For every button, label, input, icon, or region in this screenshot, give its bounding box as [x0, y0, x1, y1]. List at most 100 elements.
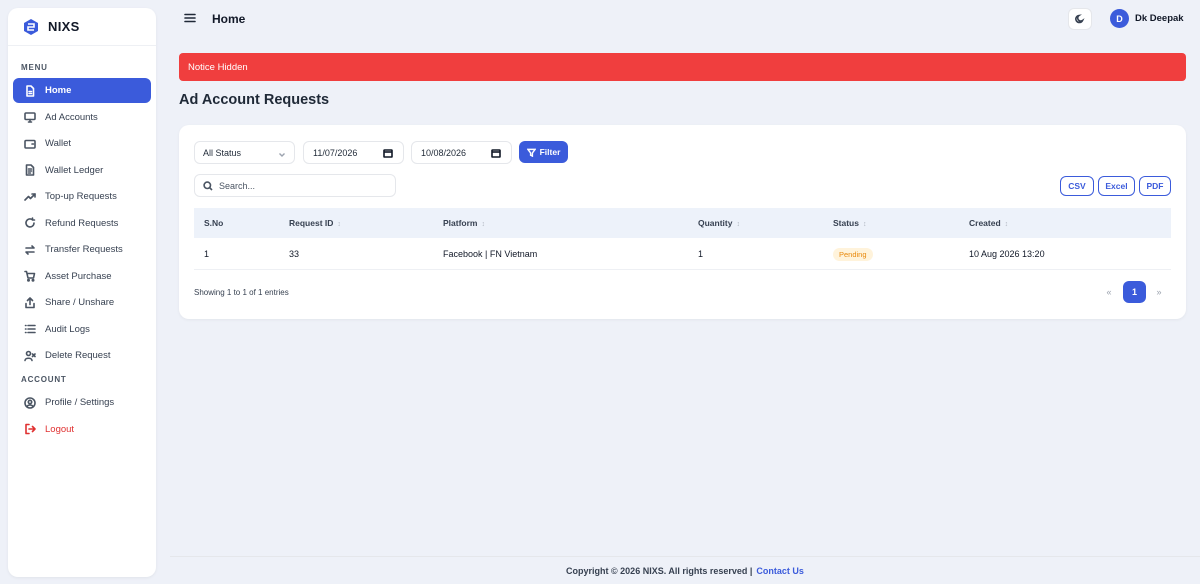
- account-section-label: ACCOUNT: [21, 375, 67, 384]
- theme-toggle-button[interactable]: [1068, 8, 1092, 30]
- sidebar-item-logout[interactable]: Logout: [13, 417, 151, 442]
- cell-status: Pending: [833, 247, 873, 261]
- funnel-icon: [526, 148, 536, 157]
- column-header-sno[interactable]: S.No: [204, 218, 223, 228]
- entries-info: Showing 1 to 1 of 1 entries: [194, 288, 289, 297]
- cell-sno: 1: [204, 248, 210, 259]
- pagination-prev[interactable]: «: [1099, 281, 1119, 303]
- transfer-icon: [24, 244, 36, 256]
- share-icon: [24, 296, 36, 309]
- calendar-icon[interactable]: [383, 148, 393, 158]
- brand-name: NIXS: [48, 19, 80, 34]
- brand[interactable]: NIXS: [8, 8, 156, 46]
- list-icon: [24, 323, 36, 335]
- sidebar-item-label: Wallet Ledger: [45, 164, 104, 176]
- calendar-icon[interactable]: [491, 148, 501, 158]
- to-date-value: 10/08/2026: [421, 147, 467, 158]
- pagination-next[interactable]: »: [1149, 281, 1169, 303]
- table-row: 1 33 Facebook | FN Vietnam 1 Pending 10 …: [194, 238, 1171, 270]
- document-icon: [24, 164, 36, 176]
- footer: Copyright © 2026 NIXS. All rights reserv…: [170, 556, 1200, 584]
- filter-button-label: Filter: [539, 147, 561, 157]
- avatar: D: [1110, 9, 1129, 28]
- sidebar-item-delete-request[interactable]: Delete Request: [13, 343, 151, 368]
- sidebar-item-transfer-requests[interactable]: Transfer Requests: [13, 237, 151, 262]
- sort-icon: ↕: [1004, 221, 1009, 228]
- logout-icon: [24, 423, 36, 435]
- moon-icon: [1075, 14, 1085, 24]
- cell-quantity: 1: [698, 248, 704, 259]
- pdf-button[interactable]: PDF: [1139, 176, 1171, 196]
- sidebar-item-label: Asset Purchase: [45, 270, 112, 282]
- sidebar-item-label: Transfer Requests: [45, 244, 123, 255]
- requests-table: S.No Request ID ↕ Platform ↕ Quantity ↕ Sta…: [194, 208, 1171, 270]
- cell-request-id: 33: [289, 248, 300, 259]
- from-date-input[interactable]: 11/07/2026: [303, 141, 404, 164]
- section-title: Ad Account Requests: [179, 92, 330, 108]
- cell-created: 10 Aug 2026 13:20: [969, 248, 1045, 259]
- sidebar-item-wallet-ledger[interactable]: Wallet Ledger: [13, 158, 151, 183]
- column-header-platform[interactable]: Platform ↕: [443, 218, 485, 228]
- search-input[interactable]: [219, 180, 379, 191]
- sidebar-item-profile-settings[interactable]: Profile / Settings: [13, 390, 151, 415]
- user-menu[interactable]: D Dk Deepak: [1110, 9, 1184, 28]
- sidebar-item-asset-purchase[interactable]: Asset Purchase: [13, 264, 151, 289]
- sidebar-item-label: Top-up Requests: [45, 191, 117, 202]
- menu-section-label: MENU: [21, 63, 48, 72]
- notice-banner: Notice Hidden: [179, 53, 1186, 81]
- brand-logo-icon: [24, 18, 38, 35]
- user-name: Dk Deepak: [1135, 13, 1184, 24]
- file-icon: [24, 84, 36, 97]
- monitor-icon: [24, 111, 36, 123]
- user-circle-icon: [24, 396, 36, 409]
- status-select[interactable]: All Status: [194, 141, 295, 164]
- status-badge: Pending: [833, 247, 873, 261]
- sidebar-item-label: Share / Unshare: [45, 297, 115, 308]
- copyright-text: Copyright © 2026 NIXS. All rights reserv…: [566, 565, 753, 576]
- sidebar-item-wallet[interactable]: Wallet: [13, 131, 151, 156]
- sidebar-item-label: Profile / Settings: [45, 397, 115, 408]
- wallet-icon: [24, 138, 36, 150]
- sidebar-item-label: Home: [45, 85, 72, 96]
- sidebar-item-home[interactable]: Home: [13, 78, 151, 103]
- sort-icon: ↕: [337, 221, 341, 228]
- sidebar-item-refund-requests[interactable]: Refund Requests: [13, 211, 151, 236]
- sort-icon: ↕: [736, 221, 740, 228]
- sidebar-item-label: Ad Accounts: [45, 111, 98, 123]
- csv-button[interactable]: CSV: [1060, 176, 1094, 196]
- hamburger-menu-icon[interactable]: [184, 12, 196, 24]
- sidebar-item-audit-logs[interactable]: Audit Logs: [13, 317, 151, 342]
- refresh-icon: [24, 217, 36, 229]
- sidebar-item-label: Refund Requests: [45, 217, 119, 229]
- sort-icon: ↕: [862, 221, 867, 228]
- column-header-status[interactable]: Status ↕: [833, 218, 866, 228]
- sidebar-item-label: Delete Request: [45, 350, 111, 361]
- status-select-value: All Status: [203, 147, 242, 158]
- from-date-value: 11/07/2026: [313, 147, 358, 158]
- table-header: S.No Request ID ↕ Platform ↕ Quantity ↕ Sta…: [194, 208, 1171, 238]
- filter-button[interactable]: Filter: [519, 141, 568, 163]
- sidebar: NIXS MENU Home Ad Accounts Wallet Wallet…: [8, 8, 156, 577]
- pagination-page-1[interactable]: 1: [1123, 281, 1146, 303]
- page-title: Home: [212, 12, 246, 26]
- column-header-quantity[interactable]: Quantity ↕: [698, 218, 740, 228]
- excel-button[interactable]: Excel: [1098, 176, 1135, 196]
- contact-us-link[interactable]: Contact Us: [756, 566, 804, 576]
- sort-icon: ↕: [481, 221, 485, 228]
- cell-platform: Facebook | FN Vietnam: [443, 248, 538, 259]
- to-date-input[interactable]: 10/08/2026: [411, 141, 512, 164]
- sidebar-item-label: Logout: [45, 423, 75, 435]
- column-header-created[interactable]: Created ↕: [969, 218, 1008, 228]
- topbar: Home D Dk Deepak: [170, 0, 1200, 38]
- user-delete-icon: [24, 350, 36, 362]
- search-icon: [203, 180, 213, 191]
- trend-up-icon: [24, 191, 36, 203]
- cart-icon: [24, 270, 36, 282]
- sidebar-item-label: Audit Logs: [45, 323, 90, 335]
- sidebar-item-ad-accounts[interactable]: Ad Accounts: [13, 105, 151, 130]
- sidebar-item-topup-requests[interactable]: Top-up Requests: [13, 184, 151, 209]
- chevron-down-icon: [279, 150, 285, 157]
- search-box[interactable]: [194, 174, 396, 197]
- sidebar-item-share-unshare[interactable]: Share / Unshare: [13, 290, 151, 315]
- column-header-request-id[interactable]: Request ID ↕: [289, 218, 341, 228]
